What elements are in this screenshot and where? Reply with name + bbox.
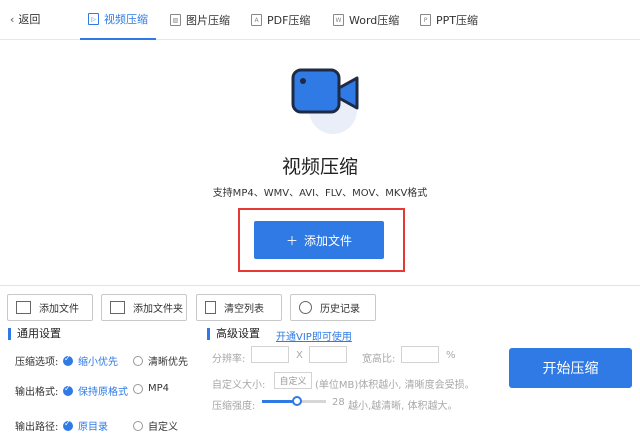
checked-radio-icon (63, 384, 73, 396)
toolbar-add-folder-button[interactable]: 添加文件夹 (101, 294, 187, 321)
radio-label: 原目录 (78, 422, 108, 433)
tab-word-compress[interactable]: W Word压缩 (333, 0, 399, 40)
radio-label: 保持原格式 (78, 387, 128, 398)
radio-clarity-first[interactable]: 清晰优先 (133, 353, 188, 368)
radio-label: MP4 (148, 383, 170, 394)
aspect-ratio-input[interactable] (401, 346, 439, 363)
add-file-icon (16, 301, 31, 314)
custom-size-hint: (单位MB)体积越小, 清晰度会受损。 (315, 380, 475, 391)
chevron-left-icon: ‹ (10, 12, 15, 26)
radio-label: 缩小优先 (78, 357, 118, 368)
tab-video-compress[interactable]: ▷ 视频压缩 (80, 0, 156, 40)
pdf-icon: A (251, 14, 262, 26)
start-compress-button[interactable]: 开始压缩 (509, 348, 632, 388)
custom-size-label: 自定义大小: (212, 380, 266, 391)
checked-radio-icon (63, 354, 73, 366)
compress-option-label: 压缩选项: (15, 357, 59, 368)
tab-image-compress[interactable]: ▨ 图片压缩 (170, 0, 230, 40)
strength-value: 28 (332, 397, 345, 408)
supported-formats: 支持MP4、WMV、AVI、FLV、MOV、MKV格式 (212, 188, 428, 199)
radio-custom-dir[interactable]: 自定义 (133, 418, 178, 433)
image-icon: ▨ (170, 14, 181, 26)
custom-size-button[interactable]: 自定义 (274, 372, 312, 389)
video-camera-icon (291, 68, 359, 134)
toolbar-clear-list-button[interactable]: 清空列表 (196, 294, 282, 321)
tab-label: PDF压缩 (267, 14, 311, 27)
tab-label: 图片压缩 (186, 14, 230, 27)
radio-label: 自定义 (148, 422, 178, 433)
checked-radio-icon (63, 419, 73, 431)
tab-label: 视频压缩 (104, 13, 148, 26)
tab-pdf-compress[interactable]: A PDF压缩 (251, 0, 310, 40)
aspect-ratio-unit: % (446, 350, 456, 361)
back-button[interactable]: ‹ 返回 (10, 11, 40, 27)
toolbar-history-button[interactable]: 历史记录 (290, 294, 376, 321)
ppt-icon: P (420, 14, 431, 26)
radio-original-dir[interactable]: 原目录 (63, 418, 108, 433)
add-file-label: 添加文件 (304, 233, 353, 248)
aspect-ratio-label: 宽高比: (362, 354, 396, 365)
word-icon: W (333, 14, 344, 26)
resolution-width-input[interactable] (251, 346, 289, 363)
radio-keep-format[interactable]: 保持原格式 (63, 383, 128, 398)
video-icon: ▷ (88, 13, 99, 25)
plus-icon: ＋ (285, 233, 298, 248)
radio-mp4[interactable]: MP4 (133, 383, 169, 394)
toolbar-add-file-button[interactable]: 添加文件 (7, 294, 93, 321)
back-label: 返回 (18, 13, 41, 26)
resolution-label: 分辨率: (212, 354, 246, 365)
resolution-height-input[interactable] (309, 346, 347, 363)
open-vip-link[interactable]: 开通VIP即可使用 (276, 328, 352, 343)
add-folder-icon (110, 301, 125, 314)
tab-label: Word压缩 (349, 14, 400, 27)
toolbar-label: 清空列表 (224, 304, 264, 315)
radio-icon (133, 383, 143, 394)
radio-shrink-first[interactable]: 缩小优先 (63, 353, 118, 368)
strength-slider[interactable] (262, 396, 326, 406)
output-path-label: 输出路径: (15, 422, 59, 433)
trash-icon (205, 301, 216, 314)
slider-knob[interactable] (292, 396, 303, 406)
strength-label: 压缩强度: (212, 401, 256, 412)
divider (0, 285, 640, 286)
radio-label: 清晰优先 (148, 357, 188, 368)
page-title: 视频压缩 (281, 156, 358, 178)
advanced-settings-title: 高级设置 (207, 328, 260, 340)
toolbar-label: 添加文件 (39, 304, 79, 315)
general-settings-title: 通用设置 (8, 328, 61, 340)
toolbar-label: 添加文件夹 (133, 304, 183, 315)
radio-icon (133, 355, 143, 366)
clock-icon (299, 301, 312, 314)
top-nav-bar: ‹ 返回 ▷ 视频压缩 ▨ 图片压缩 A PDF压缩 W Word压缩 P PP… (0, 0, 640, 40)
output-format-label: 输出格式: (15, 387, 59, 398)
tab-label: PPT压缩 (436, 14, 478, 27)
toolbar-label: 历史记录 (320, 304, 360, 315)
radio-icon (133, 420, 143, 431)
add-file-button[interactable]: ＋ 添加文件 (254, 221, 384, 259)
tab-ppt-compress[interactable]: P PPT压缩 (420, 0, 478, 40)
resolution-separator: X (296, 350, 303, 361)
strength-hint: 越小,越清晰, 体积越大。 (348, 401, 458, 412)
